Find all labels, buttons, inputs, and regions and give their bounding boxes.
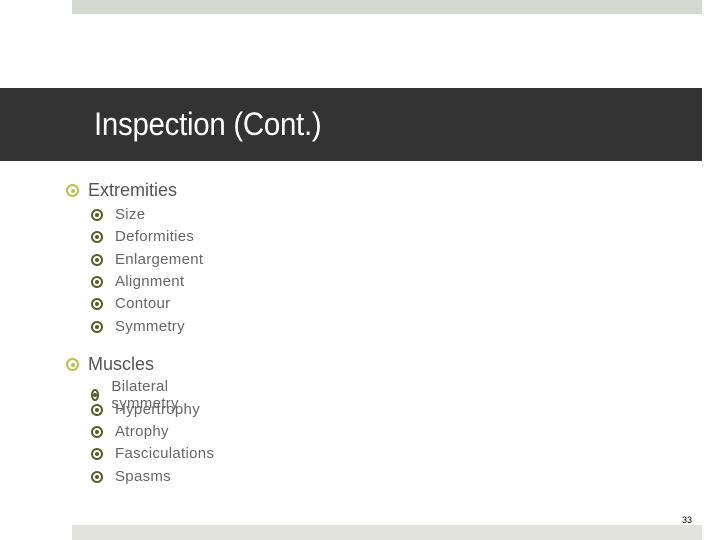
slide-title: Inspection (Cont.) [94, 106, 322, 142]
section-muscles: Muscles [66, 354, 154, 375]
list-item: Enlargement [91, 251, 203, 268]
list-item-label: Contour [115, 295, 171, 312]
bullet-target-icon [91, 208, 103, 221]
list-item: Fasciculations [91, 445, 214, 462]
bottom-accent-bar [72, 525, 702, 540]
bullet-target-icon [66, 358, 79, 371]
bullet-target-icon [91, 389, 100, 401]
bullet-target-icon [91, 470, 103, 483]
bullet-target-icon [66, 184, 79, 197]
bullet-target-icon [91, 253, 103, 266]
section-label: Extremities [88, 180, 178, 200]
bullet-target-icon [91, 275, 103, 288]
list-item-label: Hypertrophy [115, 401, 201, 418]
page-number: 33 [682, 515, 693, 525]
list-item-label: Enlargement [115, 251, 204, 268]
list-item: Atrophy [91, 423, 169, 440]
bullet-target-icon [91, 230, 103, 243]
bullet-target-icon [91, 425, 103, 438]
list-item: Size [91, 206, 145, 223]
section-label: Muscles [88, 354, 155, 374]
list-item: Contour [91, 295, 170, 312]
list-item-label: Fasciculations [115, 445, 215, 462]
bullet-target-icon [91, 320, 103, 333]
list-item: Deformities [91, 228, 194, 245]
list-item-label: Symmetry [115, 318, 185, 335]
list-item-label: Spasms [115, 468, 171, 485]
list-item-label: Alignment [115, 273, 185, 290]
list-item: Alignment [91, 273, 184, 290]
list-item-label: Deformities [115, 228, 195, 245]
list-item: Spasms [91, 468, 171, 485]
list-item-label: Size [115, 206, 146, 223]
list-item-label: Atrophy [115, 423, 169, 440]
top-accent-bar [72, 0, 702, 14]
bullet-target-icon [91, 403, 103, 416]
bullet-target-icon [91, 447, 103, 460]
section-extremities: Extremities [66, 180, 177, 201]
list-item: Symmetry [91, 318, 185, 335]
bullet-target-icon [91, 297, 103, 310]
list-item: Hypertrophy [91, 401, 200, 418]
